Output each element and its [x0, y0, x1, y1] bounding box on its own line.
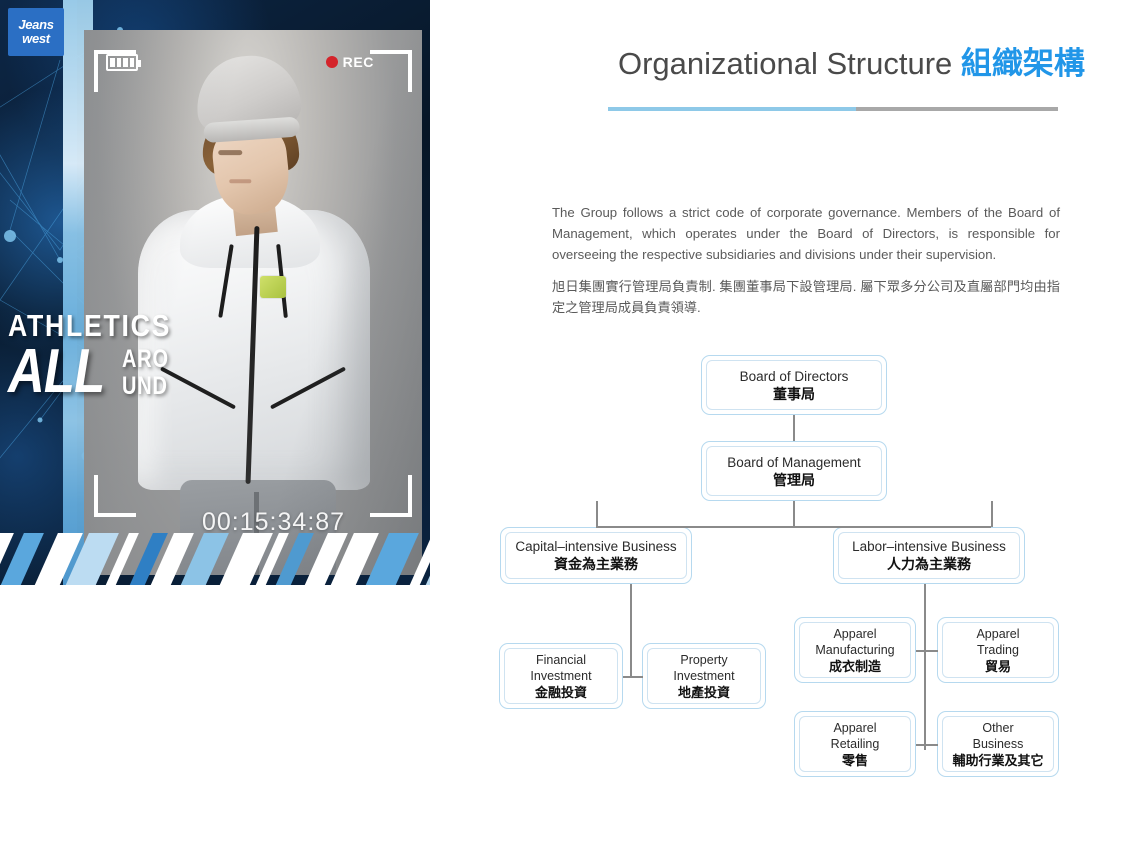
page-title: Organizational Structure 組織架構	[618, 38, 1085, 83]
org-node-label-zh: 成衣制造	[828, 658, 881, 674]
org-node-financial_investment[interactable]: Financial Investment 金融投資	[499, 643, 623, 709]
org-node-capital_intensive[interactable]: Capital–intensive Business 資金為主業務	[500, 527, 692, 584]
connector-labor-row1	[916, 650, 938, 652]
org-node-inner: Other Business 輔助行業及其它	[942, 716, 1054, 772]
org-node-label-en: Financial Investment	[530, 652, 592, 683]
org-node-apparel_retailing[interactable]: Apparel Retailing 零售	[794, 711, 916, 777]
org-node-label-en: Apparel Retailing	[830, 720, 880, 751]
org-node-board_management[interactable]: Board of Management 管理局	[701, 441, 887, 501]
org-node-label-en: Other Business	[972, 720, 1024, 751]
connector-management-bus	[793, 501, 795, 527]
connector-bus-labor	[991, 501, 993, 527]
org-chart: Board of Directors 董事局 Board of Management…	[430, 340, 1147, 810]
model-photo: REC 00:15:34:87	[84, 30, 422, 575]
divider-accent	[608, 107, 856, 111]
org-node-label-en: Apparel Trading	[976, 626, 1020, 657]
connector-labor-stem	[924, 584, 926, 750]
recording-indicator: REC	[325, 54, 374, 70]
org-node-apparel_manufacturing[interactable]: Apparel Manufacturing 成衣制造	[794, 617, 916, 683]
org-node-label-en: Apparel Manufacturing	[815, 626, 895, 657]
org-node-label-en: Property Investment	[673, 652, 735, 683]
page-title-zh: 組織架構	[960, 46, 1085, 81]
page-title-en: Organizational Structure	[618, 46, 961, 81]
connector-capital-right-stub	[630, 676, 643, 678]
org-node-board_directors[interactable]: Board of Directors 董事局	[701, 355, 887, 415]
org-node-label-zh: 地產投資	[677, 684, 730, 700]
connector-directors-management	[793, 415, 795, 441]
brand-logo-line2: west	[22, 31, 50, 46]
org-node-other_business[interactable]: Other Business 輔助行業及其它	[937, 711, 1059, 777]
org-node-label-zh: 金融投資	[534, 684, 587, 700]
org-node-inner: Apparel Manufacturing 成衣制造	[799, 622, 911, 678]
title-divider	[608, 107, 1058, 111]
org-node-label-zh: 貿易	[984, 658, 1011, 674]
page-root: REC 00:15:34:87 ATHLETICS ALL ARO UND Je…	[0, 0, 1147, 842]
org-node-inner: Financial Investment 金融投資	[504, 648, 618, 704]
org-node-property_investment[interactable]: Property Investment 地產投資	[642, 643, 766, 709]
diagonal-stripe-band	[0, 533, 430, 585]
advertisement-panel: REC 00:15:34:87 ATHLETICS ALL ARO UND Je…	[0, 0, 430, 585]
org-node-apparel_trading[interactable]: Apparel Trading 貿易	[937, 617, 1059, 683]
connector-capital-stem	[630, 584, 632, 676]
org-node-label-zh: 資金為主業務	[554, 556, 638, 572]
connector-labor-row2	[916, 744, 938, 746]
org-node-label-en: Board of Management	[727, 454, 861, 470]
corner-bracket-top-right-icon	[370, 50, 412, 92]
divider-secondary	[855, 107, 1058, 111]
org-node-inner: Board of Directors 董事局	[706, 360, 882, 410]
org-node-label-zh: 人力為主業務	[887, 556, 971, 572]
rec-label: REC	[342, 54, 374, 70]
paragraph-chinese: 旭日集團實行管理局負責制. 集團董事局下設管理局. 屬下眾多分公司及直屬部門均由…	[552, 279, 1060, 315]
org-node-inner: Property Investment 地產投資	[647, 648, 761, 704]
org-node-inner: Labor–intensive Business 人力為主業務	[838, 532, 1020, 579]
corner-bracket-bottom-right-icon	[370, 475, 412, 517]
battery-icon	[106, 54, 141, 71]
content-panel: Organizational Structure 組織架構 The Group …	[430, 0, 1147, 842]
org-node-inner: Apparel Retailing 零售	[799, 716, 911, 772]
org-node-label-en: Capital–intensive Business	[515, 539, 677, 554]
org-node-label-en: Labor–intensive Business	[852, 539, 1006, 554]
org-node-label-zh: 管理局	[773, 471, 815, 488]
org-node-labor_intensive[interactable]: Labor–intensive Business 人力為主業務	[833, 527, 1025, 584]
corner-bracket-bottom-left-icon	[94, 475, 136, 517]
connector-horizontal-bus	[596, 526, 991, 528]
connector-bus-capital	[596, 501, 598, 527]
org-node-label-zh: 零售	[841, 752, 868, 768]
record-dot-icon	[325, 56, 338, 68]
brand-logo-line1: Jeans	[18, 17, 54, 32]
paragraph-english: The Group follows a strict code of corpo…	[552, 205, 1060, 262]
org-node-label-zh: 輔助行業及其它	[952, 752, 1044, 768]
org-node-inner: Apparel Trading 貿易	[942, 622, 1054, 678]
brand-logo: Jeans west	[8, 8, 64, 56]
org-node-label-en: Board of Directors	[739, 368, 849, 384]
org-node-inner: Capital–intensive Business 資金為主業務	[505, 532, 687, 579]
org-node-label-zh: 董事局	[773, 385, 815, 402]
org-node-inner: Board of Management 管理局	[706, 446, 882, 496]
